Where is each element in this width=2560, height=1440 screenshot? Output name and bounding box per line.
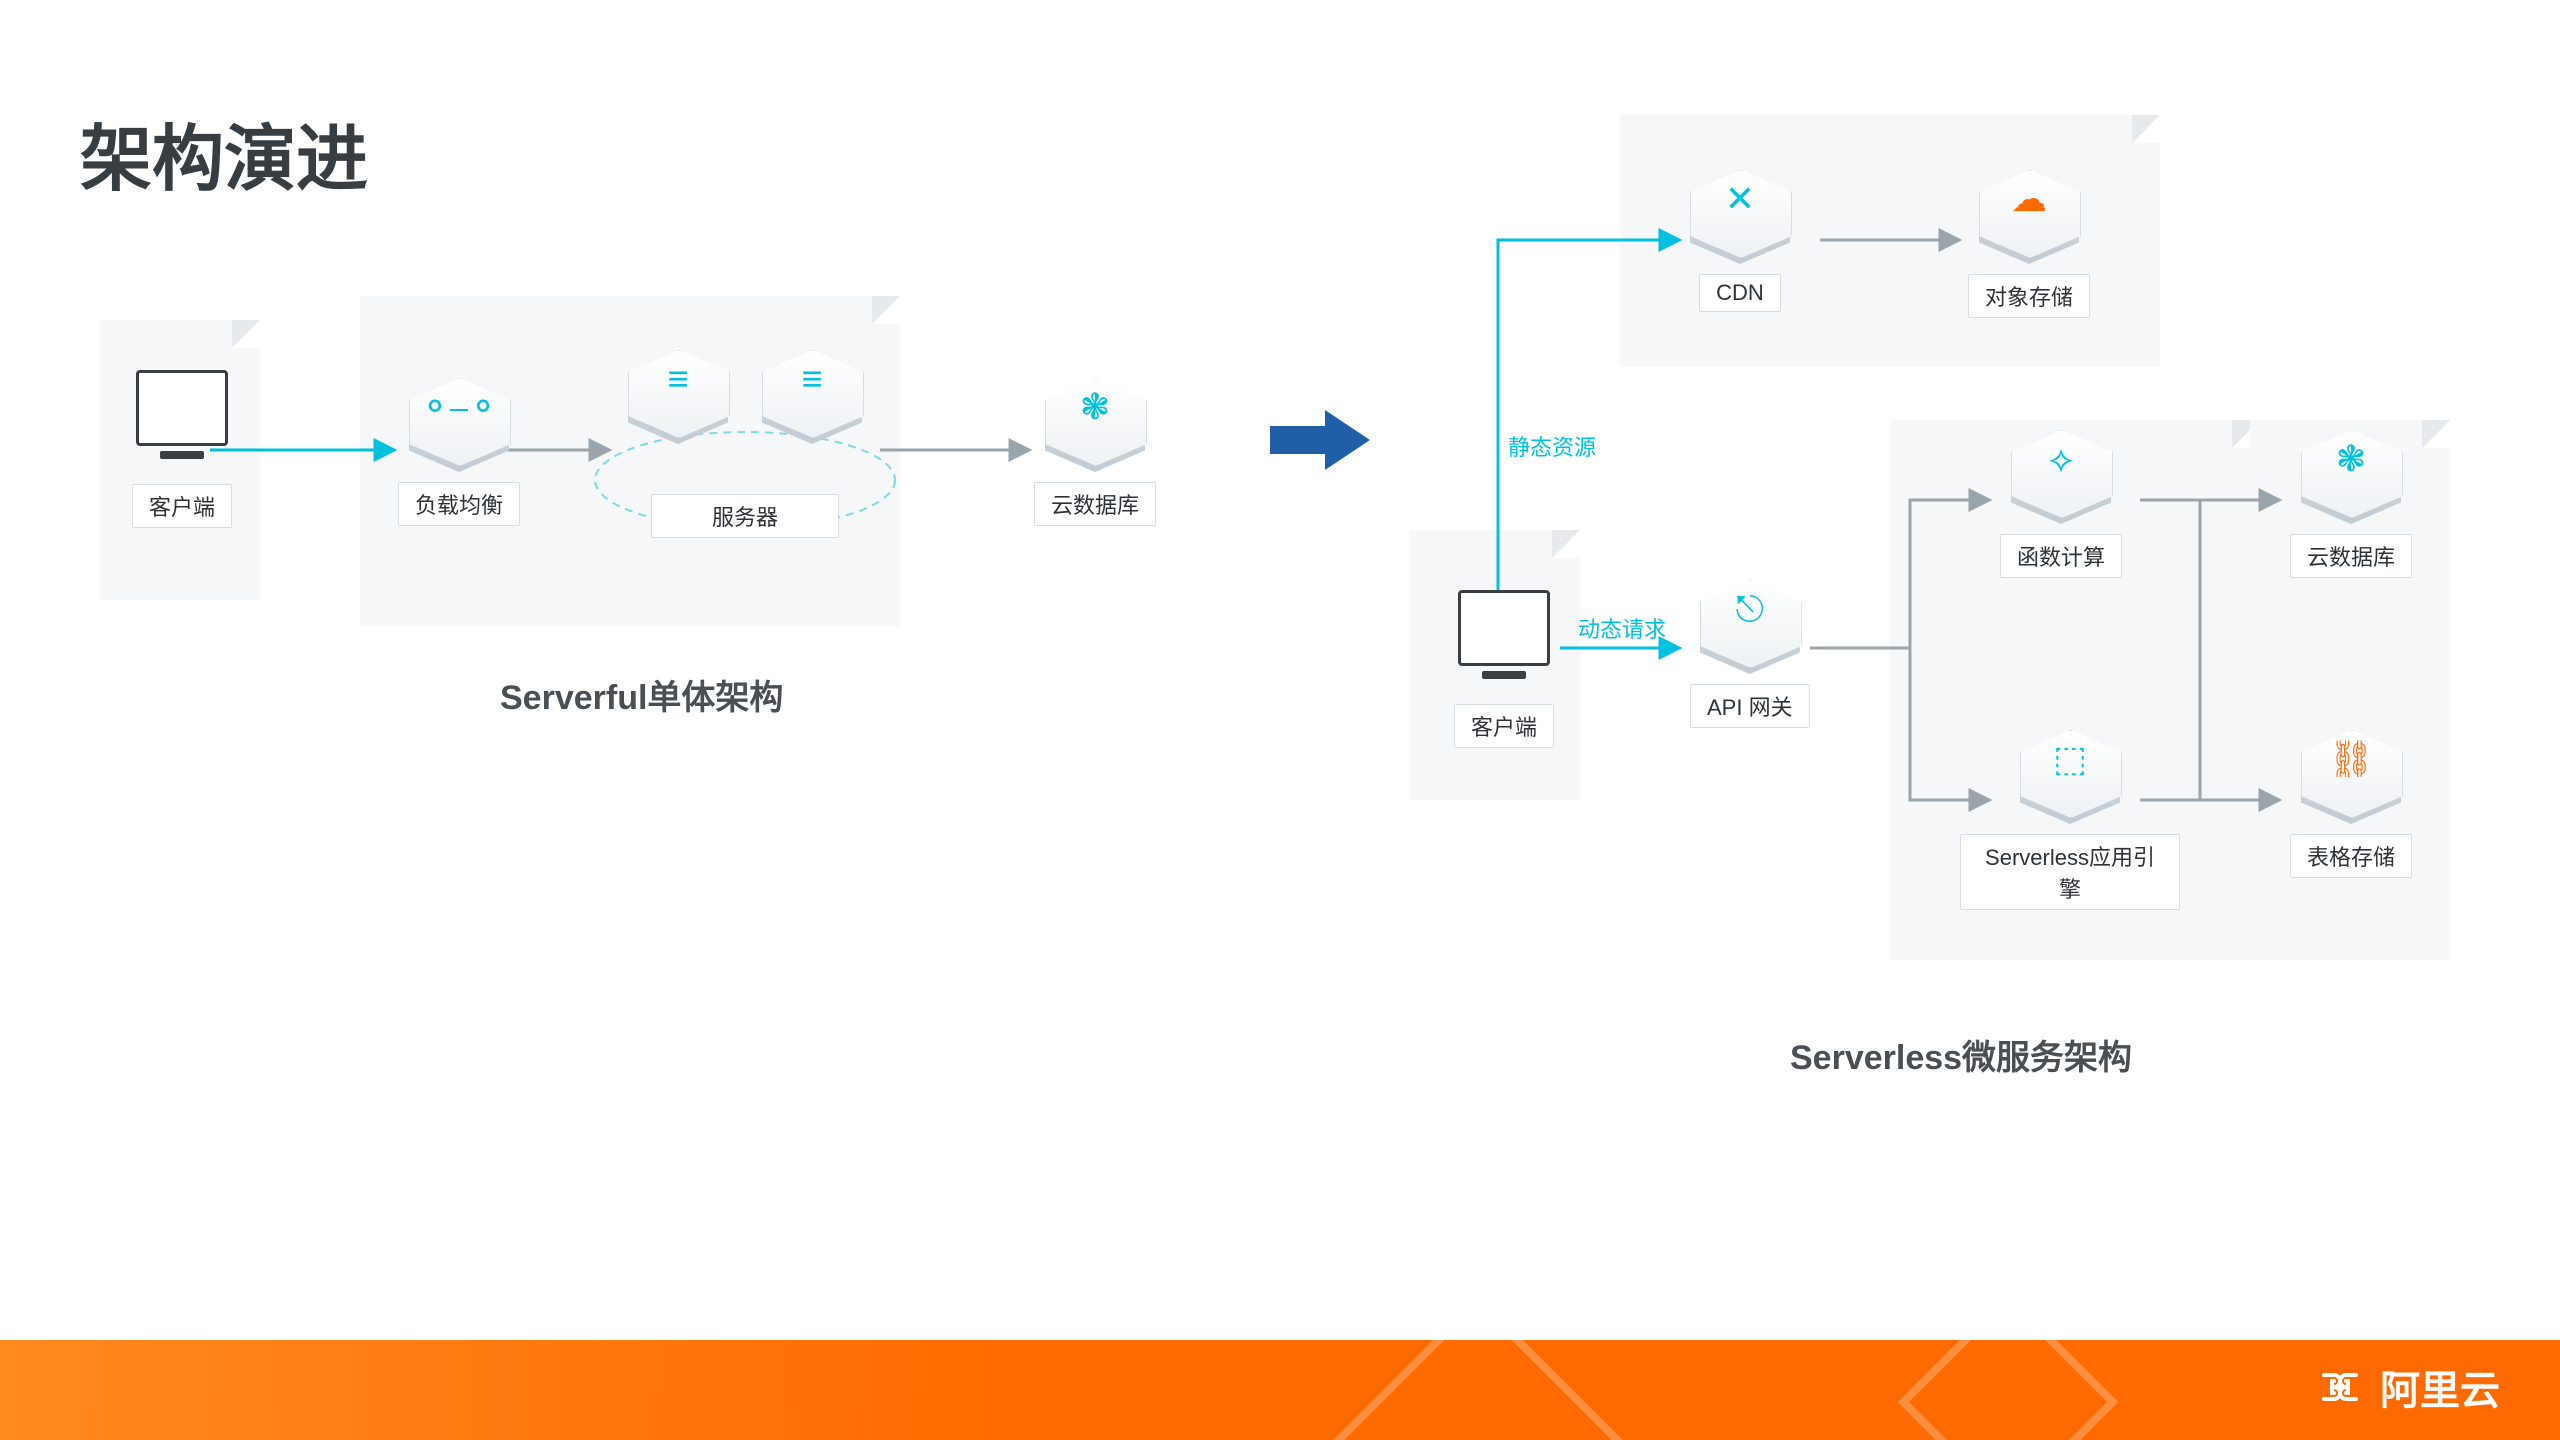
node-apigw: ⎋ API 网关	[1690, 580, 1810, 728]
edge-dynamic: 动态请求	[1578, 612, 1666, 644]
label-fc: 函数计算	[2000, 534, 2122, 578]
label-oss: 对象存储	[1968, 274, 2090, 318]
transition-arrow-icon	[1270, 410, 1370, 470]
storage-icon: ☁	[1979, 170, 2079, 270]
node-db-left: ❃ 云数据库	[1034, 378, 1156, 526]
node-lb: ⚬⎯⚬ 负载均衡	[398, 378, 520, 526]
label-db-left: 云数据库	[1034, 482, 1156, 526]
database-icon: ❃	[2301, 430, 2401, 530]
monitor-icon	[136, 370, 228, 446]
lb-icon: ⚬⎯⚬	[409, 378, 509, 478]
node-server-cluster: ≡ ≡ 服务器	[615, 350, 875, 538]
caption-left: Serverful单体架构	[500, 670, 783, 719]
slide-title: 架构演进	[80, 100, 368, 205]
cdn-icon: ✕	[1690, 170, 1790, 270]
label-sae: Serverless应用引擎	[1960, 834, 2180, 910]
brand-mark-icon	[2314, 1361, 2366, 1413]
server-icon: ≡	[762, 350, 862, 450]
label-client-left: 客户端	[132, 484, 232, 528]
monitor-icon	[1458, 590, 1550, 666]
brand-logo: 阿里云	[2314, 1358, 2500, 1416]
node-rds: ❃ 云数据库	[2290, 430, 2412, 578]
label-cdn: CDN	[1699, 274, 1781, 312]
label-ots: 表格存储	[2290, 834, 2412, 878]
server-icon: ≡	[628, 350, 728, 450]
footer-bar: 阿里云	[0, 1340, 2560, 1440]
node-client-right: 客户端	[1454, 590, 1554, 748]
brand-text: 阿里云	[2380, 1358, 2500, 1416]
label-apigw: API 网关	[1690, 684, 1810, 728]
database-icon: ❃	[1045, 378, 1145, 478]
cube-icon: ⬚	[2020, 730, 2120, 830]
node-sae: ⬚ Serverless应用引擎	[1960, 730, 2180, 910]
node-oss: ☁ 对象存储	[1968, 170, 2090, 318]
label-rds: 云数据库	[2290, 534, 2412, 578]
function-icon: ⟡	[2011, 430, 2111, 530]
caption-right: Serverless微服务架构	[1790, 1030, 2132, 1079]
edge-static: 静态资源	[1508, 430, 1596, 462]
node-client-left: 客户端	[132, 370, 232, 528]
node-cdn: ✕ CDN	[1690, 170, 1790, 312]
node-fc: ⟡ 函数计算	[2000, 430, 2122, 578]
node-ots: ⛓ 表格存储	[2290, 730, 2412, 878]
label-lb: 负载均衡	[398, 482, 520, 526]
gateway-icon: ⎋	[1700, 580, 1800, 680]
label-client-right: 客户端	[1454, 704, 1554, 748]
table-icon: ⛓	[2301, 730, 2401, 830]
label-server: 服务器	[651, 494, 839, 538]
